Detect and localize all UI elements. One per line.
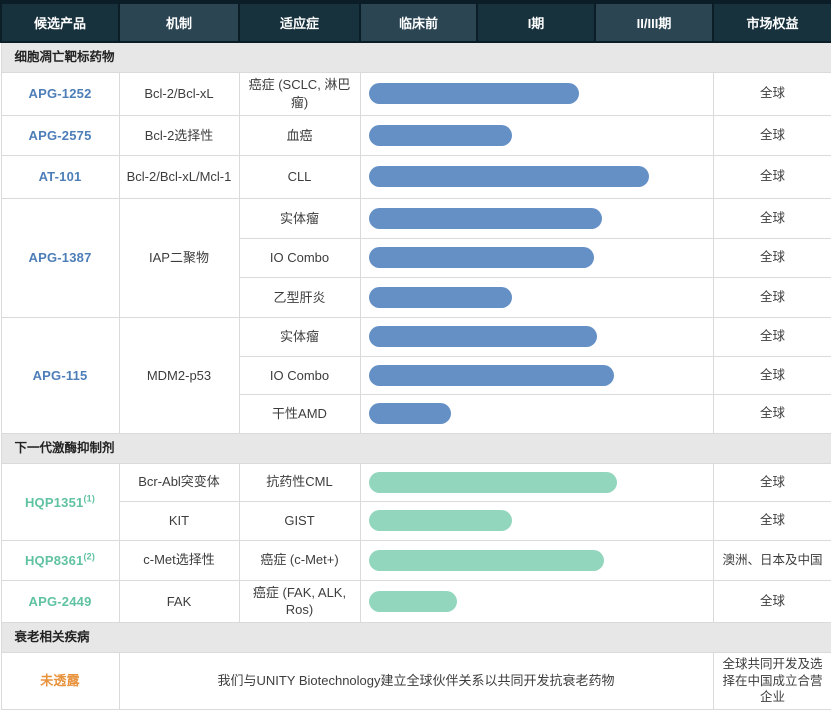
col-header-market-rights: 市场权益 (713, 2, 831, 42)
market-cell: 全球 (713, 198, 831, 238)
table-row: AT-101 Bcl-2/Bcl-xL/Mcl-1 CLL 全球 (1, 155, 831, 198)
phase-cell (360, 463, 713, 501)
mechanism-cell: Bcl-2/Bcl-xL (119, 72, 239, 115)
table-row: HQP8361(2) c-Met选择性 癌症 (c-Met+) 澳洲、日本及中国 (1, 540, 831, 580)
mechanism-cell: IAP二聚物 (119, 198, 239, 317)
indication-cell: 干性AMD (239, 394, 360, 433)
phase-cell (360, 580, 713, 622)
mechanism-cell: FAK (119, 580, 239, 622)
indication-cell: 癌症 (SCLC, 淋巴瘤) (239, 72, 360, 115)
phase-progress-bar (369, 472, 617, 493)
col-header-phase1: I期 (477, 2, 595, 42)
phase-progress-bar (369, 591, 457, 612)
phase-progress-bar (369, 365, 614, 386)
phase-cell (360, 501, 713, 540)
market-cell: 全球 (713, 115, 831, 155)
product-name[interactable]: APG-1252 (28, 86, 91, 101)
table-row: 未透露 我们与UNITY Biotechnology建立全球伙伴关系以共同开发抗… (1, 652, 831, 710)
phase-progress-bar (369, 125, 512, 146)
phase-cell (360, 277, 713, 317)
phase-cell (360, 155, 713, 198)
indication-cell: CLL (239, 155, 360, 198)
footnote-marker: (2) (83, 552, 95, 562)
mechanism-cell: c-Met选择性 (119, 540, 239, 580)
indication-cell: 癌症 (FAK, ALK, Ros) (239, 580, 360, 622)
market-cell: 全球共同开发及选择在中国成立合营企业 (713, 652, 831, 710)
product-name[interactable]: HQP1351(1) (25, 495, 95, 510)
mechanism-cell: MDM2-p53 (119, 317, 239, 433)
table-row: HQP1351(1) Bcr-Abl突变体 抗药性CML 全球 (1, 463, 831, 501)
section-title: 衰老相关疾病 (1, 622, 831, 652)
phase-progress-bar (369, 326, 597, 347)
product-name[interactable]: APG-1387 (28, 250, 91, 265)
phase-progress-bar (369, 403, 451, 424)
footnote-marker: (1) (83, 493, 95, 503)
product-name[interactable]: APG-2449 (28, 594, 91, 609)
section-title: 下一代激酶抑制剂 (1, 433, 831, 463)
phase-progress-bar (369, 550, 604, 571)
market-cell: 全球 (713, 238, 831, 277)
table-row: APG-2575 Bcl-2选择性 血癌 全球 (1, 115, 831, 155)
phase-progress-bar (369, 287, 512, 308)
section-title: 细胞凋亡靶标药物 (1, 42, 831, 72)
col-header-candidate: 候选产品 (1, 2, 119, 42)
product-name[interactable]: HQP8361(2) (25, 553, 95, 568)
pipeline-table: 候选产品 机制 适应症 临床前 I期 II/III期 市场权益 细胞凋亡靶标药物… (0, 0, 831, 710)
indication-cell: 实体瘤 (239, 198, 360, 238)
market-cell: 澳洲、日本及中国 (713, 540, 831, 580)
market-cell: 全球 (713, 394, 831, 433)
table-row: APG-115 MDM2-p53 实体瘤 全球 (1, 317, 831, 356)
indication-cell: IO Combo (239, 356, 360, 394)
phase-cell (360, 317, 713, 356)
mechanism-cell: Bcl-2选择性 (119, 115, 239, 155)
indication-cell: 乙型肝炎 (239, 277, 360, 317)
phase-progress-bar (369, 83, 579, 104)
indication-cell: IO Combo (239, 238, 360, 277)
product-name[interactable]: AT-101 (39, 169, 82, 184)
market-cell: 全球 (713, 317, 831, 356)
indication-cell: 癌症 (c-Met+) (239, 540, 360, 580)
col-header-phase23: II/III期 (595, 2, 713, 42)
market-cell: 全球 (713, 155, 831, 198)
col-header-mechanism: 机制 (119, 2, 239, 42)
col-header-preclinical: 临床前 (360, 2, 477, 42)
phase-progress-bar (369, 510, 512, 531)
col-header-indication: 适应症 (239, 2, 360, 42)
section-kinase: 下一代激酶抑制剂 (1, 433, 831, 463)
header-row: 候选产品 机制 适应症 临床前 I期 II/III期 市场权益 (1, 2, 831, 42)
phase-cell (360, 238, 713, 277)
indication-cell: 抗药性CML (239, 463, 360, 501)
table-row: APG-1387 IAP二聚物 实体瘤 全球 (1, 198, 831, 238)
phase-cell (360, 394, 713, 433)
market-cell: 全球 (713, 501, 831, 540)
product-name: 未透露 (40, 673, 80, 688)
market-cell: 全球 (713, 463, 831, 501)
mechanism-cell: Bcr-Abl突变体 (119, 463, 239, 501)
phase-cell (360, 198, 713, 238)
product-name[interactable]: APG-115 (33, 368, 88, 383)
phase-progress-bar (369, 166, 649, 187)
indication-cell: 实体瘤 (239, 317, 360, 356)
partnership-description: 我们与UNITY Biotechnology建立全球伙伴关系以共同开发抗衰老药物 (119, 652, 713, 710)
market-cell: 全球 (713, 580, 831, 622)
mechanism-cell: KIT (119, 501, 239, 540)
phase-progress-bar (369, 208, 602, 229)
indication-cell: 血癌 (239, 115, 360, 155)
section-aging: 衰老相关疾病 (1, 622, 831, 652)
phase-cell (360, 540, 713, 580)
phase-cell (360, 115, 713, 155)
phase-cell (360, 72, 713, 115)
table-row: APG-2449 FAK 癌症 (FAK, ALK, Ros) 全球 (1, 580, 831, 622)
product-name[interactable]: APG-2575 (28, 128, 91, 143)
table-row: KIT GIST 全球 (1, 501, 831, 540)
market-cell: 全球 (713, 277, 831, 317)
market-cell: 全球 (713, 356, 831, 394)
mechanism-cell: Bcl-2/Bcl-xL/Mcl-1 (119, 155, 239, 198)
section-apoptosis: 细胞凋亡靶标药物 (1, 42, 831, 72)
table-row: APG-1252 Bcl-2/Bcl-xL 癌症 (SCLC, 淋巴瘤) 全球 (1, 72, 831, 115)
phase-cell (360, 356, 713, 394)
indication-cell: GIST (239, 501, 360, 540)
phase-progress-bar (369, 247, 594, 268)
market-cell: 全球 (713, 72, 831, 115)
